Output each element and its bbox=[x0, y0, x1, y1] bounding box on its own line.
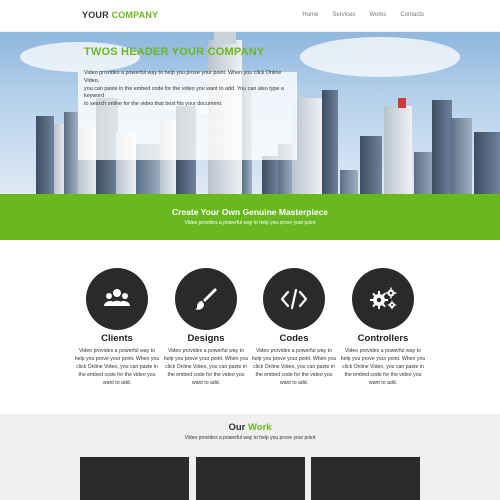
hero-line: to search online for the video that best… bbox=[84, 101, 223, 108]
nav-link-services[interactable]: Services bbox=[332, 12, 355, 18]
code-icon bbox=[280, 288, 308, 310]
tagline-band bbox=[0, 194, 500, 240]
service-icon-circle[interactable] bbox=[175, 268, 237, 330]
service-line: click Online Video, you can paste in bbox=[342, 364, 424, 370]
service-line: the embed code for the video you bbox=[78, 372, 156, 378]
service-line: help you prove your point. When you bbox=[251, 356, 337, 362]
service-description: Video provides a powerful way to help yo… bbox=[160, 347, 252, 387]
work-title-part-1: Our bbox=[228, 422, 246, 433]
hero-description: Video provides a powerful way to help yo… bbox=[84, 70, 289, 109]
service-line: Video provides a powerful way to bbox=[167, 348, 245, 354]
service-title: Codes bbox=[279, 333, 309, 344]
service-icon-circle[interactable] bbox=[263, 268, 325, 330]
service-line: want to add. bbox=[279, 380, 309, 386]
users-icon bbox=[104, 289, 130, 306]
brand-part-1: YOUR bbox=[82, 10, 109, 20]
service-clients: Clients Video provides a powerful way to… bbox=[71, 268, 163, 387]
service-line: want to add. bbox=[368, 380, 398, 386]
service-line: help you prove your point. When you bbox=[74, 356, 160, 362]
service-line: Video provides a powerful way to bbox=[78, 348, 156, 354]
nav-link-contacts[interactable]: Contacts bbox=[400, 12, 424, 18]
nav-links: Home Services Works Contacts bbox=[302, 12, 424, 18]
nav-link-works[interactable]: Works bbox=[369, 12, 386, 18]
service-description: Video provides a powerful way to help yo… bbox=[71, 347, 163, 387]
brand-logo[interactable]: YOUR COMPANY bbox=[82, 10, 158, 20]
tagline-title: Create Your Own Genuine Masterpiece bbox=[171, 207, 329, 217]
work-title-part-2: Work bbox=[247, 422, 272, 433]
service-title: Clients bbox=[101, 333, 133, 344]
service-line: the embed code for the video you bbox=[255, 372, 333, 378]
service-codes: Codes Video provides a powerful way to h… bbox=[248, 268, 340, 387]
hero-title: TWOS HEADER YOUR COMPANY bbox=[84, 46, 265, 58]
service-controllers: Controllers Video provides a powerful wa… bbox=[337, 268, 429, 387]
work-thumbnail[interactable] bbox=[80, 457, 189, 500]
service-title: Designs bbox=[187, 333, 225, 344]
service-description: Video provides a powerful way to help yo… bbox=[248, 347, 340, 387]
service-line: want to add. bbox=[102, 380, 132, 386]
work-title: Our Work bbox=[0, 422, 500, 433]
service-description: Video provides a powerful way to help yo… bbox=[337, 347, 429, 387]
service-line: help you prove your point. When you bbox=[340, 356, 426, 362]
work-thumbnail[interactable] bbox=[311, 457, 420, 500]
service-line: help you prove your point. When you bbox=[163, 356, 249, 362]
brand-part-2: COMPANY bbox=[111, 10, 159, 20]
service-line: Video provides a powerful way to bbox=[255, 348, 333, 354]
nav-link-home[interactable]: Home bbox=[302, 12, 318, 18]
hero-line: you can paste in the embed code for the … bbox=[84, 85, 284, 100]
service-icon-circle[interactable] bbox=[86, 268, 148, 330]
hero-line: Video provides a powerful way to help yo… bbox=[84, 70, 282, 84]
service-line: click Online Video, you can paste in bbox=[76, 364, 158, 370]
service-line: the embed code for the video you bbox=[344, 372, 422, 378]
service-icon-circle[interactable] bbox=[352, 268, 414, 330]
work-thumbnail[interactable] bbox=[196, 457, 305, 500]
navbar: YOUR COMPANY Home Services Works Contact… bbox=[0, 0, 500, 32]
service-line: Video provides a powerful way to bbox=[344, 348, 422, 354]
paintbrush-icon bbox=[195, 288, 217, 310]
work-subtitle: Video provides a powerful way to help yo… bbox=[184, 435, 316, 441]
service-line: click Online Video, you can paste in bbox=[165, 364, 247, 370]
service-title: Controllers bbox=[357, 333, 409, 344]
tagline-subtitle: Video provides a powerful way to help yo… bbox=[184, 220, 316, 226]
service-line: click Online Video, you can paste in bbox=[253, 364, 335, 370]
gears-icon bbox=[370, 287, 397, 310]
service-designs: Designs Video provides a powerful way to… bbox=[160, 268, 252, 387]
service-line: the embed code for the video you bbox=[167, 372, 245, 378]
service-line: want to add. bbox=[191, 380, 221, 386]
